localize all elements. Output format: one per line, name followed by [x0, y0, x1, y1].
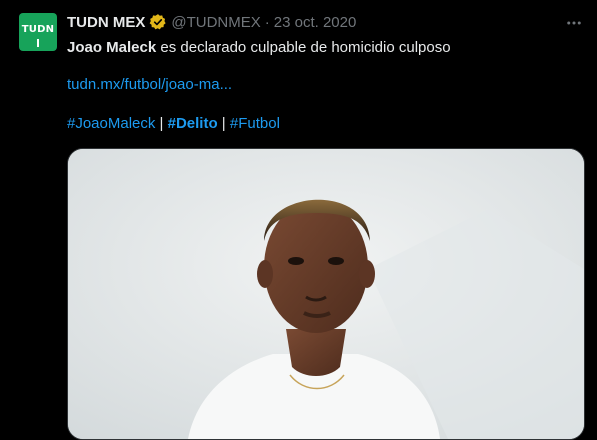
article-link[interactable]: tudn.mx/futbol/joao-ma...: [67, 76, 232, 93]
player-photo: [68, 149, 584, 439]
hashtag-row: #JoaoMaleck | #Delito | #Futbol: [67, 115, 280, 132]
hashtag-joaomaleck[interactable]: #JoaoMaleck: [67, 115, 155, 132]
tweet-header: TUDN MEX @TUDNMEX · 23 oct. 2020: [67, 12, 356, 32]
hashtag-divider: |: [155, 115, 168, 132]
timestamp[interactable]: 23 oct. 2020: [274, 14, 357, 31]
hashtag-delito[interactable]: #Delito: [168, 115, 218, 132]
separator-dot: ·: [264, 13, 270, 31]
tweet-text: Joao Maleck es declarado culpable de hom…: [67, 38, 451, 58]
tweet-text-rest: es declarado culpable de homicidio culpo…: [156, 39, 451, 56]
tweet-card[interactable]: TUDN TUDN MEX @TUDNMEX · 23 oct. 2020 Jo…: [0, 0, 597, 440]
display-name[interactable]: TUDN MEX: [67, 14, 145, 31]
tweet-media-image[interactable]: [67, 148, 585, 440]
avatar-logo-text: TUDN: [21, 24, 55, 35]
hashtag-divider: |: [217, 115, 230, 132]
hashtag-futbol[interactable]: #Futbol: [230, 115, 280, 132]
verified-badge-icon[interactable]: [149, 13, 167, 31]
tweet-text-bold: Joao Maleck: [67, 39, 157, 56]
more-options-icon[interactable]: [560, 12, 588, 34]
avatar[interactable]: TUDN: [19, 13, 57, 51]
author-handle[interactable]: @TUDNMEX: [171, 14, 260, 31]
avatar-logo-mark: [37, 39, 39, 47]
